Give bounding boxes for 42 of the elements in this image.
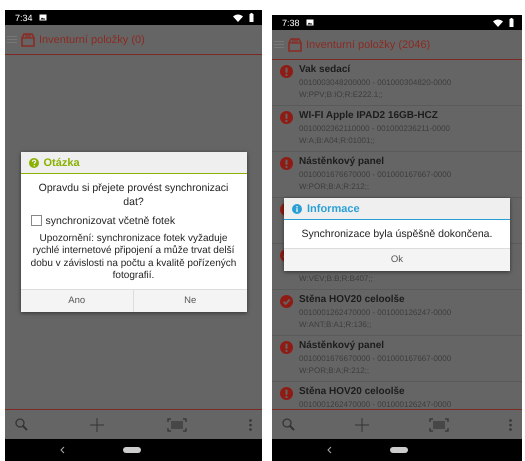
item-name: Stěna HOV20 celoolše bbox=[299, 294, 406, 306]
info-icon bbox=[292, 204, 302, 214]
screen-title: Inventurní položky (0) bbox=[39, 34, 145, 46]
dialog-button[interactable]: Ok bbox=[284, 248, 510, 271]
home-icon[interactable] bbox=[390, 447, 408, 453]
dialog-button[interactable]: Ano bbox=[20, 290, 133, 312]
screen-title: Inventurní položky (2046) bbox=[306, 38, 430, 50]
dialog-button[interactable]: Ne bbox=[133, 290, 246, 312]
dialog-title: Otázka bbox=[44, 156, 80, 169]
item-name: Vak sedací bbox=[299, 64, 352, 76]
checkbox[interactable] bbox=[30, 215, 42, 226]
back-icon[interactable] bbox=[327, 446, 332, 454]
battery-icon bbox=[509, 18, 514, 27]
question-icon bbox=[28, 158, 38, 168]
home-icon[interactable] bbox=[123, 447, 141, 453]
more-vertical-icon[interactable] bbox=[509, 418, 512, 430]
item-name: WI-FI Apple IPAD2 16GB-HCZ bbox=[299, 110, 439, 122]
dialog-message: Opravdu si přejete provést synchronizaci dat? bbox=[38, 182, 230, 209]
warning-text: Upozornění: synchronizace fotek vyžaduje rychlé internetové připojení a může trvat delší dobu v závislosti na počtu a kvalitě pořízených fotografií. bbox=[30, 232, 236, 283]
dialog-title: Informace bbox=[307, 202, 360, 215]
image-notification-icon bbox=[38, 14, 47, 21]
search-icon[interactable] bbox=[15, 418, 28, 431]
barcode-icon[interactable] bbox=[166, 418, 187, 432]
barcode-icon[interactable] bbox=[429, 418, 449, 432]
search-icon[interactable] bbox=[282, 418, 295, 431]
plus-icon[interactable] bbox=[90, 418, 104, 432]
status-time: 7:38 bbox=[282, 18, 300, 28]
checkbox-label[interactable]: synchronizovat včetně fotek bbox=[46, 214, 176, 227]
status-time: 7:34 bbox=[15, 12, 33, 22]
battery-icon bbox=[249, 13, 254, 22]
item-name: Nástěnkový panel bbox=[299, 340, 386, 352]
plus-icon[interactable] bbox=[355, 418, 369, 432]
package-icon bbox=[20, 32, 36, 48]
image-notification-icon bbox=[306, 19, 314, 26]
back-icon[interactable] bbox=[60, 446, 65, 454]
item-name: Stěna HOV20 celoolše bbox=[299, 386, 406, 398]
dialog-message: Synchronizace byla úspěšně dokončena. bbox=[300, 228, 494, 242]
wifi-icon bbox=[233, 14, 243, 22]
more-vertical-icon[interactable] bbox=[248, 418, 252, 430]
wifi-icon bbox=[493, 18, 503, 26]
item-name: Nástěnkový panel bbox=[299, 156, 386, 168]
package-icon bbox=[287, 36, 303, 52]
